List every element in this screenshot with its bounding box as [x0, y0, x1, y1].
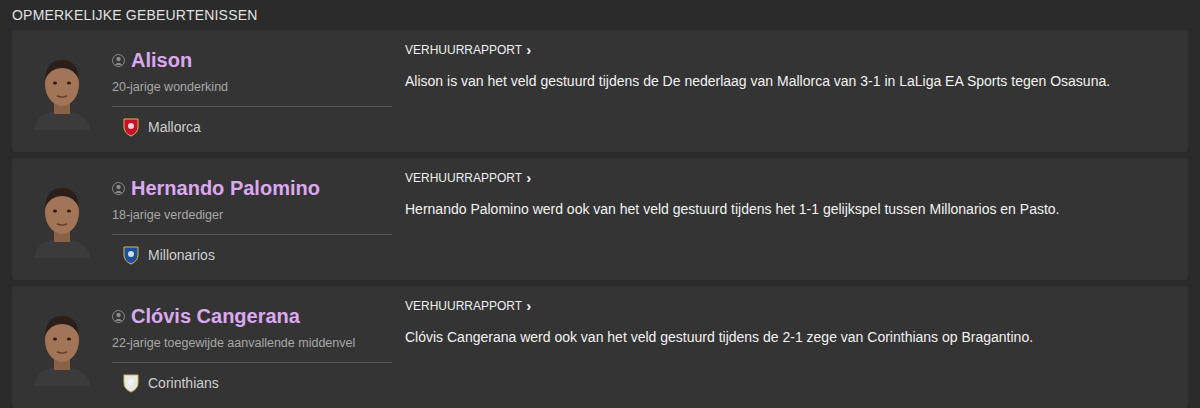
- player-description: 20-jarige wonderkind: [112, 79, 392, 95]
- club-badge-icon: [122, 117, 140, 137]
- loan-report-label[interactable]: VERHUURRAPPORT: [405, 298, 522, 314]
- player-face-icon: [26, 178, 98, 258]
- loan-report-link[interactable]: VERHUURRAPPORT›: [405, 42, 1174, 58]
- player-name[interactable]: Clóvis Cangerana: [131, 304, 300, 328]
- person-icon: [112, 54, 125, 67]
- player-photo: [12, 30, 112, 152]
- club-name[interactable]: Corinthians: [148, 374, 219, 392]
- player-photo: [12, 286, 112, 408]
- name-row: Clóvis Cangerana: [112, 304, 392, 328]
- person-icon: [112, 310, 125, 323]
- event-text: Alison is van het veld gestuurd tijdens …: [405, 72, 1174, 91]
- loan-report-link[interactable]: VERHUURRAPPORT›: [405, 298, 1174, 314]
- player-info: Alison 20-jarige wonderkind Mallorca: [112, 30, 392, 152]
- loan-report-link[interactable]: VERHUURRAPPORT›: [405, 170, 1174, 186]
- event-text: Hernando Palomino werd ook van het veld …: [405, 200, 1174, 219]
- player-name[interactable]: Alison: [131, 48, 192, 72]
- player-photo: [12, 158, 112, 280]
- player-info: Hernando Palomino 18-jarige verdediger Mil…: [112, 158, 392, 280]
- loan-report-label[interactable]: VERHUURRAPPORT: [405, 170, 522, 186]
- chevron-icon[interactable]: ›: [526, 42, 531, 58]
- club-badge-icon: [122, 245, 140, 265]
- divider: [112, 234, 392, 235]
- divider: [112, 106, 392, 107]
- club-row: Mallorca: [112, 117, 392, 137]
- name-row: Hernando Palomino: [112, 176, 392, 200]
- player-name[interactable]: Hernando Palomino: [131, 176, 320, 200]
- club-row: Millonarios: [112, 245, 392, 265]
- player-description: 18-jarige verdediger: [112, 207, 392, 223]
- event-details: VERHUURRAPPORT› Hernando Palomino werd oo…: [392, 158, 1188, 280]
- event-card: Hernando Palomino 18-jarige verdediger Mil…: [12, 158, 1188, 280]
- name-row: Alison: [112, 48, 392, 72]
- club-name[interactable]: Millonarios: [148, 246, 215, 264]
- section-header: OPMERKELIJKE GEBEURTENISSEN: [0, 0, 1200, 30]
- event-card: Alison 20-jarige wonderkind Mallorca VERHUU…: [12, 30, 1188, 152]
- club-badge-icon: [122, 373, 140, 393]
- chevron-icon[interactable]: ›: [526, 298, 531, 314]
- chevron-icon[interactable]: ›: [526, 170, 531, 186]
- player-info: Clóvis Cangerana 22-jarige toegewijde aan…: [112, 286, 392, 408]
- event-text: Clóvis Cangerana werd ook van het veld g…: [405, 328, 1174, 347]
- player-face-icon: [26, 306, 98, 386]
- person-icon: [112, 182, 125, 195]
- divider: [112, 362, 392, 363]
- event-card: Clóvis Cangerana 22-jarige toegewijde aan…: [12, 286, 1188, 408]
- club-name[interactable]: Mallorca: [148, 118, 201, 136]
- event-details: VERHUURRAPPORT› Clóvis Cangerana werd ook…: [392, 286, 1188, 408]
- event-list: Alison 20-jarige wonderkind Mallorca VERHUU…: [0, 30, 1200, 408]
- player-description: 22-jarige toegewijde aanvallende middenv…: [112, 335, 392, 351]
- section-title: OPMERKELIJKE GEBEURTENISSEN: [12, 7, 258, 23]
- player-face-icon: [26, 50, 98, 130]
- loan-report-label[interactable]: VERHUURRAPPORT: [405, 42, 522, 58]
- club-row: Corinthians: [112, 373, 392, 393]
- event-details: VERHUURRAPPORT› Alison is van het veld ge…: [392, 30, 1188, 152]
